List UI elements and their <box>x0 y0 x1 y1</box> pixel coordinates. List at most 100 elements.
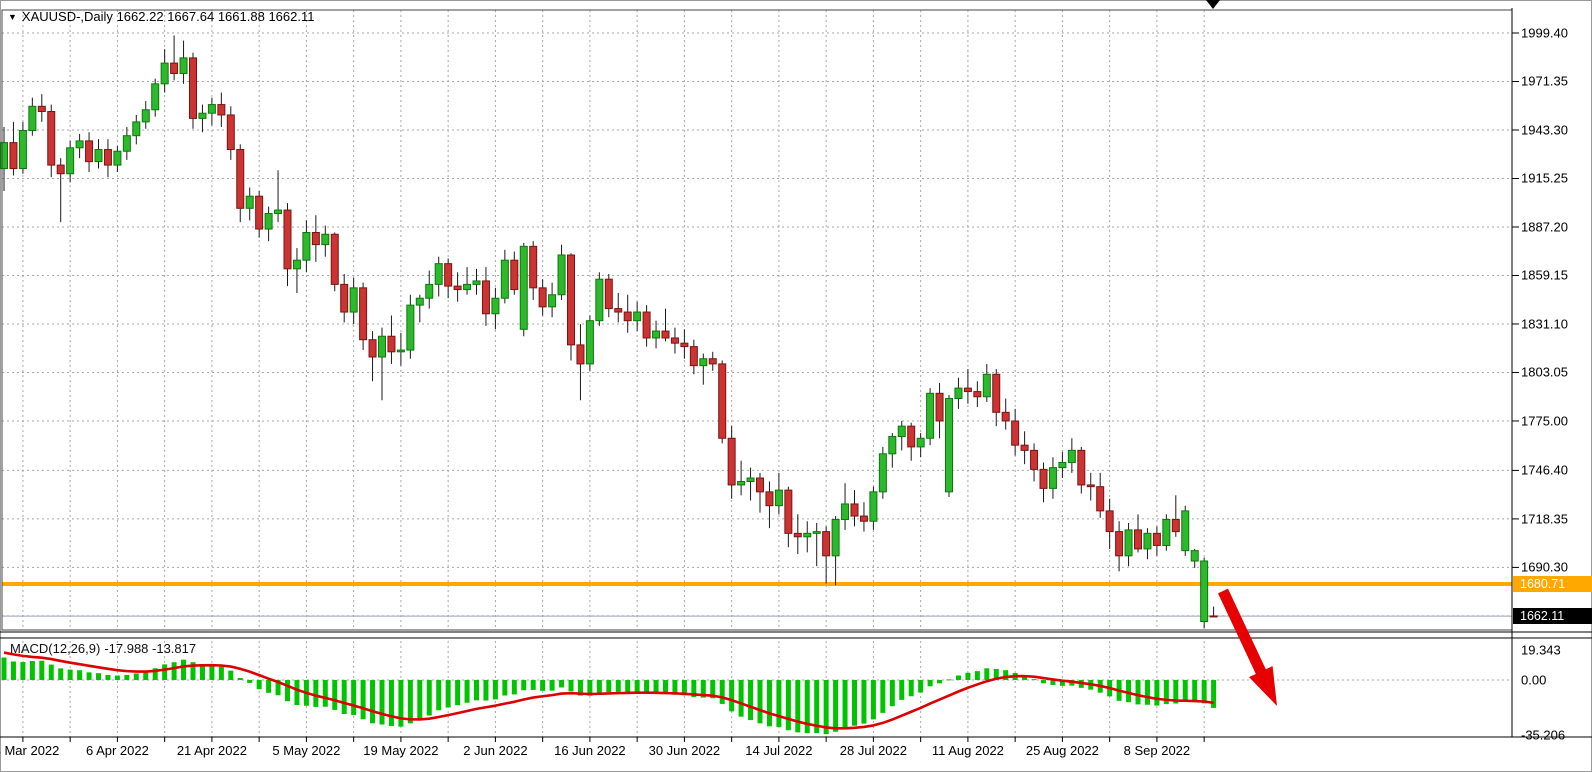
candle-body <box>946 398 953 491</box>
macd-histogram-bar <box>124 675 129 680</box>
candle-body <box>48 111 55 165</box>
candle-body <box>341 284 348 312</box>
candle-body <box>1097 487 1104 511</box>
candle-body <box>10 143 17 169</box>
candle-body <box>293 260 300 269</box>
candle-body <box>67 148 74 174</box>
candle-body <box>501 260 508 298</box>
indicator-name: MACD(12,26,9) <box>10 641 100 656</box>
macd-histogram-bar <box>843 680 848 728</box>
candle-body <box>719 364 726 438</box>
macd-histogram-bar <box>465 680 470 703</box>
macd-histogram-bar <box>389 680 394 726</box>
candle-body <box>1049 468 1056 489</box>
candle-body <box>454 286 461 289</box>
macd-histogram-bar <box>474 680 479 700</box>
macd-histogram-bar <box>852 680 857 726</box>
candle-body <box>681 343 688 346</box>
candle-body <box>133 122 140 136</box>
macd-histogram-bar <box>181 660 186 680</box>
indicator-values: -17.988 -13.817 <box>104 641 196 656</box>
candle-body <box>813 532 820 534</box>
candle-body <box>227 115 234 150</box>
candle-body <box>586 321 593 364</box>
macd-histogram-bar <box>767 680 772 726</box>
candle-body <box>747 478 754 481</box>
macd-histogram-bar <box>550 680 555 691</box>
pane-borders <box>0 8 1592 742</box>
candle-body <box>728 438 735 485</box>
candle-body <box>1125 530 1132 556</box>
candle-body <box>76 141 83 148</box>
macd-histogram-bar <box>408 680 413 723</box>
macd-histogram-bar <box>880 680 885 713</box>
macd-histogram-bar <box>616 680 621 692</box>
candle-body <box>690 347 697 366</box>
macd-histogram-bar <box>58 668 63 680</box>
trend-arrow-annotation[interactable] <box>1223 591 1277 706</box>
macd-histogram-bar <box>597 680 602 693</box>
candle-body <box>350 288 357 312</box>
price-axis-label: 1746.40 <box>1521 463 1568 478</box>
candle-body <box>312 233 319 245</box>
macd-histogram-bar <box>105 675 110 680</box>
macd-axis-label: 0.00 <box>1521 673 1546 688</box>
macd-histogram-bar <box>720 680 725 704</box>
candle-body <box>596 279 603 320</box>
macd-histogram-bar <box>795 680 800 732</box>
macd-histogram-bar <box>531 680 536 690</box>
candle-body <box>643 312 650 338</box>
candle-body <box>265 213 272 229</box>
macd-histogram-bar <box>219 667 224 680</box>
price-axis-label: 1718.35 <box>1521 511 1568 526</box>
candle-body <box>700 359 707 366</box>
candle-body <box>624 312 631 321</box>
candle-body <box>1002 412 1009 421</box>
macd-pane <box>2 653 1513 735</box>
candle-body <box>908 426 915 447</box>
candle-body <box>709 359 716 364</box>
price-axis-label: 1999.40 <box>1521 26 1568 41</box>
candle-body <box>785 490 792 533</box>
candle-body <box>284 210 291 269</box>
symbol-dropdown-icon[interactable]: ▼ <box>8 12 17 22</box>
candle-body <box>407 305 414 350</box>
macd-histogram-bar <box>162 664 167 680</box>
candle-body <box>1201 561 1208 622</box>
macd-histogram-bar <box>861 680 866 724</box>
candle-body <box>964 388 971 391</box>
candle-body <box>445 264 452 286</box>
macd-histogram-bar <box>427 680 432 716</box>
candle-body <box>1163 520 1170 546</box>
candle-body <box>558 255 565 295</box>
date-axis-label: 8 Sep 2022 <box>1124 743 1191 758</box>
candle-body <box>1068 450 1075 462</box>
date-axis-label: 14 Jul 2022 <box>745 743 812 758</box>
candle-body <box>1182 511 1189 551</box>
candle-body <box>218 105 225 115</box>
candle-body <box>671 338 678 343</box>
macd-histogram-bar <box>134 673 139 680</box>
hline-price-badge: 1680.71 <box>1513 576 1592 592</box>
macd-histogram-bar <box>786 680 791 730</box>
candle-body <box>38 106 45 111</box>
candle-body <box>190 58 197 119</box>
macd-histogram-bar <box>39 661 44 680</box>
macd-histogram-bar <box>294 680 299 705</box>
macd-histogram-bar <box>20 662 25 680</box>
candle-body <box>1021 445 1028 450</box>
candle-body <box>775 490 782 506</box>
candle-body <box>180 58 187 74</box>
mt4-chart-window: { "header": { "symbol_timeframe": "XAUUS… <box>0 0 1592 772</box>
candle-body <box>104 150 111 166</box>
macd-histogram-bar <box>361 680 366 719</box>
price-chart-canvas[interactable] <box>0 0 1592 772</box>
macd-histogram-bar <box>11 661 16 680</box>
ohlc-open: 1662.22 <box>117 9 164 24</box>
candle-body <box>142 110 149 122</box>
indicator-label: MACD(12,26,9) -17.988 -13.817 <box>10 641 200 656</box>
price-axis-label: 1971.35 <box>1521 74 1568 89</box>
price-axis-label: 1943.30 <box>1521 122 1568 137</box>
chart-shift-marker-icon[interactable] <box>1206 0 1220 9</box>
candle-body <box>482 281 489 314</box>
